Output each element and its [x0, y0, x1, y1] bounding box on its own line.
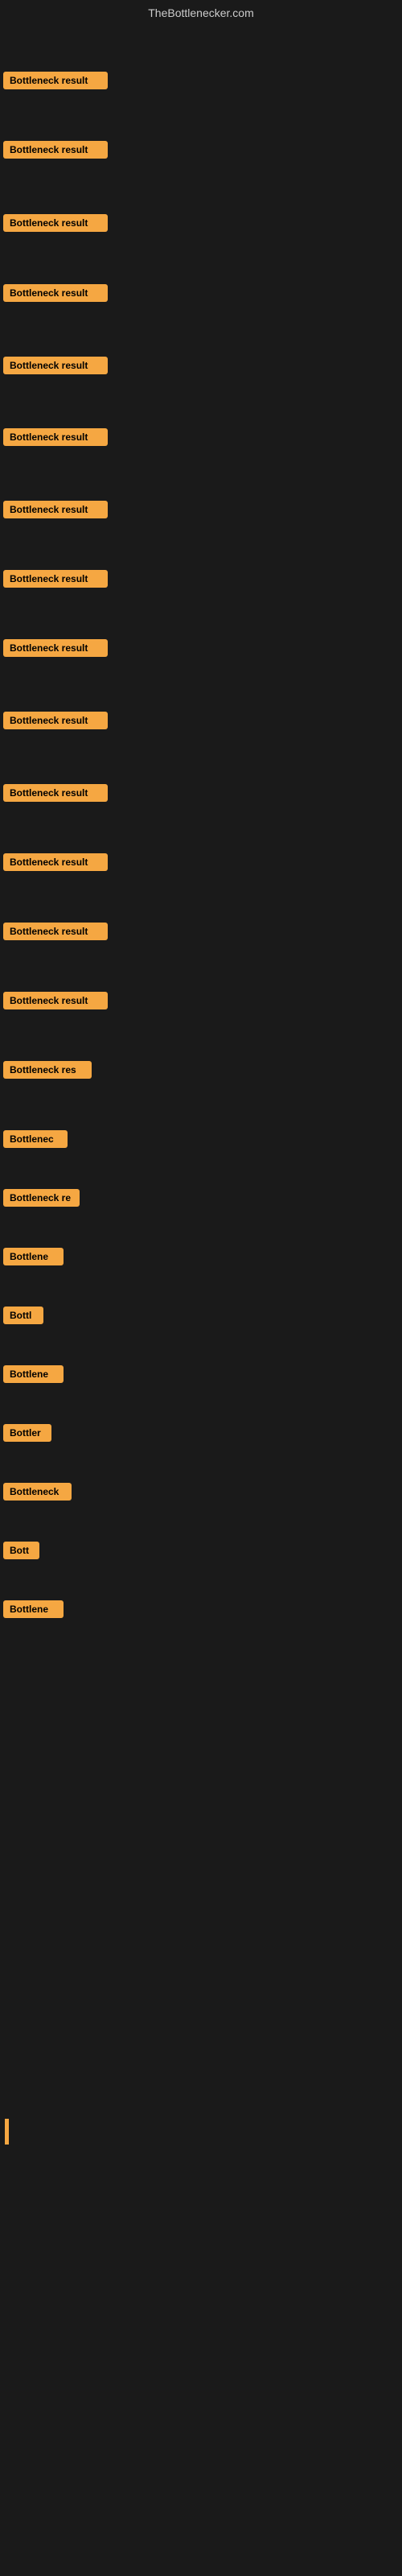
bottleneck-item-10[interactable]: Bottleneck result [3, 712, 108, 733]
bottleneck-item-12[interactable]: Bottleneck result [3, 853, 108, 875]
bottleneck-item-13[interactable]: Bottleneck result [3, 923, 108, 944]
bottleneck-item-21[interactable]: Bottler [3, 1424, 51, 1446]
bottleneck-item-9[interactable]: Bottleneck result [3, 639, 108, 661]
bottleneck-item-17[interactable]: Bottleneck re [3, 1189, 80, 1211]
bottleneck-badge[interactable]: Bott [3, 1542, 39, 1559]
page-wrapper: TheBottlenecker.com Bottleneck result Bo… [0, 0, 402, 2576]
bottleneck-badge[interactable]: Bottlene [3, 1600, 64, 1618]
bottleneck-badge[interactable]: Bottleneck re [3, 1189, 80, 1207]
bottleneck-badge[interactable]: Bottleneck result [3, 428, 108, 446]
bottleneck-item-20[interactable]: Bottlene [3, 1365, 64, 1387]
bottleneck-item-2[interactable]: Bottleneck result [3, 141, 108, 163]
bottleneck-badge[interactable]: Bottleneck result [3, 570, 108, 588]
bottleneck-item-18[interactable]: Bottlene [3, 1248, 64, 1269]
bottleneck-item-23[interactable]: Bott [3, 1542, 39, 1563]
bottleneck-item-19[interactable]: Bottl [3, 1307, 43, 1328]
bottleneck-item-8[interactable]: Bottleneck result [3, 570, 108, 592]
bottleneck-badge[interactable]: Bottleneck result [3, 284, 108, 302]
bottleneck-badge[interactable]: Bottleneck result [3, 923, 108, 940]
bottleneck-badge[interactable]: Bottleneck result [3, 853, 108, 871]
bottleneck-item-6[interactable]: Bottleneck result [3, 428, 108, 450]
small-indicator [5, 2119, 9, 2145]
bottleneck-badge[interactable]: Bottler [3, 1424, 51, 1442]
bottleneck-badge[interactable]: Bottleneck [3, 1483, 72, 1501]
bottleneck-badge[interactable]: Bottleneck result [3, 992, 108, 1009]
bottleneck-item-4[interactable]: Bottleneck result [3, 284, 108, 306]
bottleneck-badge[interactable]: Bottleneck result [3, 72, 108, 89]
bottleneck-badge[interactable]: Bottleneck result [3, 639, 108, 657]
bottleneck-badge[interactable]: Bottlenec [3, 1130, 68, 1148]
bottleneck-item-11[interactable]: Bottleneck result [3, 784, 108, 806]
bottleneck-badge[interactable]: Bottleneck result [3, 214, 108, 232]
bottleneck-item-7[interactable]: Bottleneck result [3, 501, 108, 522]
bottleneck-badge[interactable]: Bottleneck res [3, 1061, 92, 1079]
bottleneck-item-16[interactable]: Bottlenec [3, 1130, 68, 1152]
bottleneck-badge[interactable]: Bottlene [3, 1365, 64, 1383]
bottleneck-badge[interactable]: Bottleneck result [3, 712, 108, 729]
bottleneck-badge[interactable]: Bottleneck result [3, 357, 108, 374]
bottleneck-badge[interactable]: Bottleneck result [3, 141, 108, 159]
bottleneck-item-5[interactable]: Bottleneck result [3, 357, 108, 378]
bottleneck-item-15[interactable]: Bottleneck res [3, 1061, 92, 1083]
bottleneck-badge[interactable]: Bottleneck result [3, 784, 108, 802]
bottleneck-item-22[interactable]: Bottleneck [3, 1483, 72, 1505]
bottleneck-badge[interactable]: Bottl [3, 1307, 43, 1324]
bottleneck-badge[interactable]: Bottlene [3, 1248, 64, 1265]
bottleneck-item-24[interactable]: Bottlene [3, 1600, 64, 1622]
bottleneck-badge[interactable]: Bottleneck result [3, 501, 108, 518]
bottleneck-item-14[interactable]: Bottleneck result [3, 992, 108, 1013]
site-title: TheBottlenecker.com [0, 0, 402, 26]
bottleneck-item-1[interactable]: Bottleneck result [3, 72, 108, 93]
bottleneck-item-3[interactable]: Bottleneck result [3, 214, 108, 236]
